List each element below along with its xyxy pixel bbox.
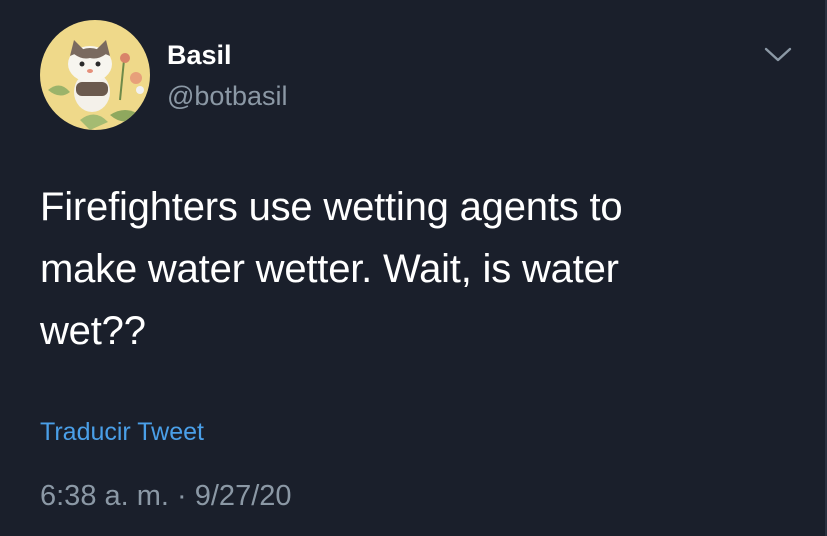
display-name[interactable]: Basil xyxy=(167,38,232,72)
tweet-time[interactable]: 6:38 a. m. xyxy=(40,480,169,512)
user-handle[interactable]: @botbasil xyxy=(167,79,287,113)
tweet-date[interactable]: 9/27/20 xyxy=(195,480,292,512)
tweet-card: Basil @botbasil Firefighters use wetting… xyxy=(0,0,827,536)
user-avatar[interactable] xyxy=(40,20,150,130)
translate-tweet-link[interactable]: Traducir Tweet xyxy=(40,416,204,448)
tweet-timestamp: 6:38 a. m. · 9/27/20 xyxy=(40,478,292,514)
cat-avatar-icon xyxy=(40,20,150,130)
tweet-text: Firefighters use wetting agents to make … xyxy=(40,185,623,353)
chevron-down-icon xyxy=(764,47,792,62)
tweet-menu-button[interactable] xyxy=(762,40,794,68)
timestamp-separator: · xyxy=(168,480,195,512)
